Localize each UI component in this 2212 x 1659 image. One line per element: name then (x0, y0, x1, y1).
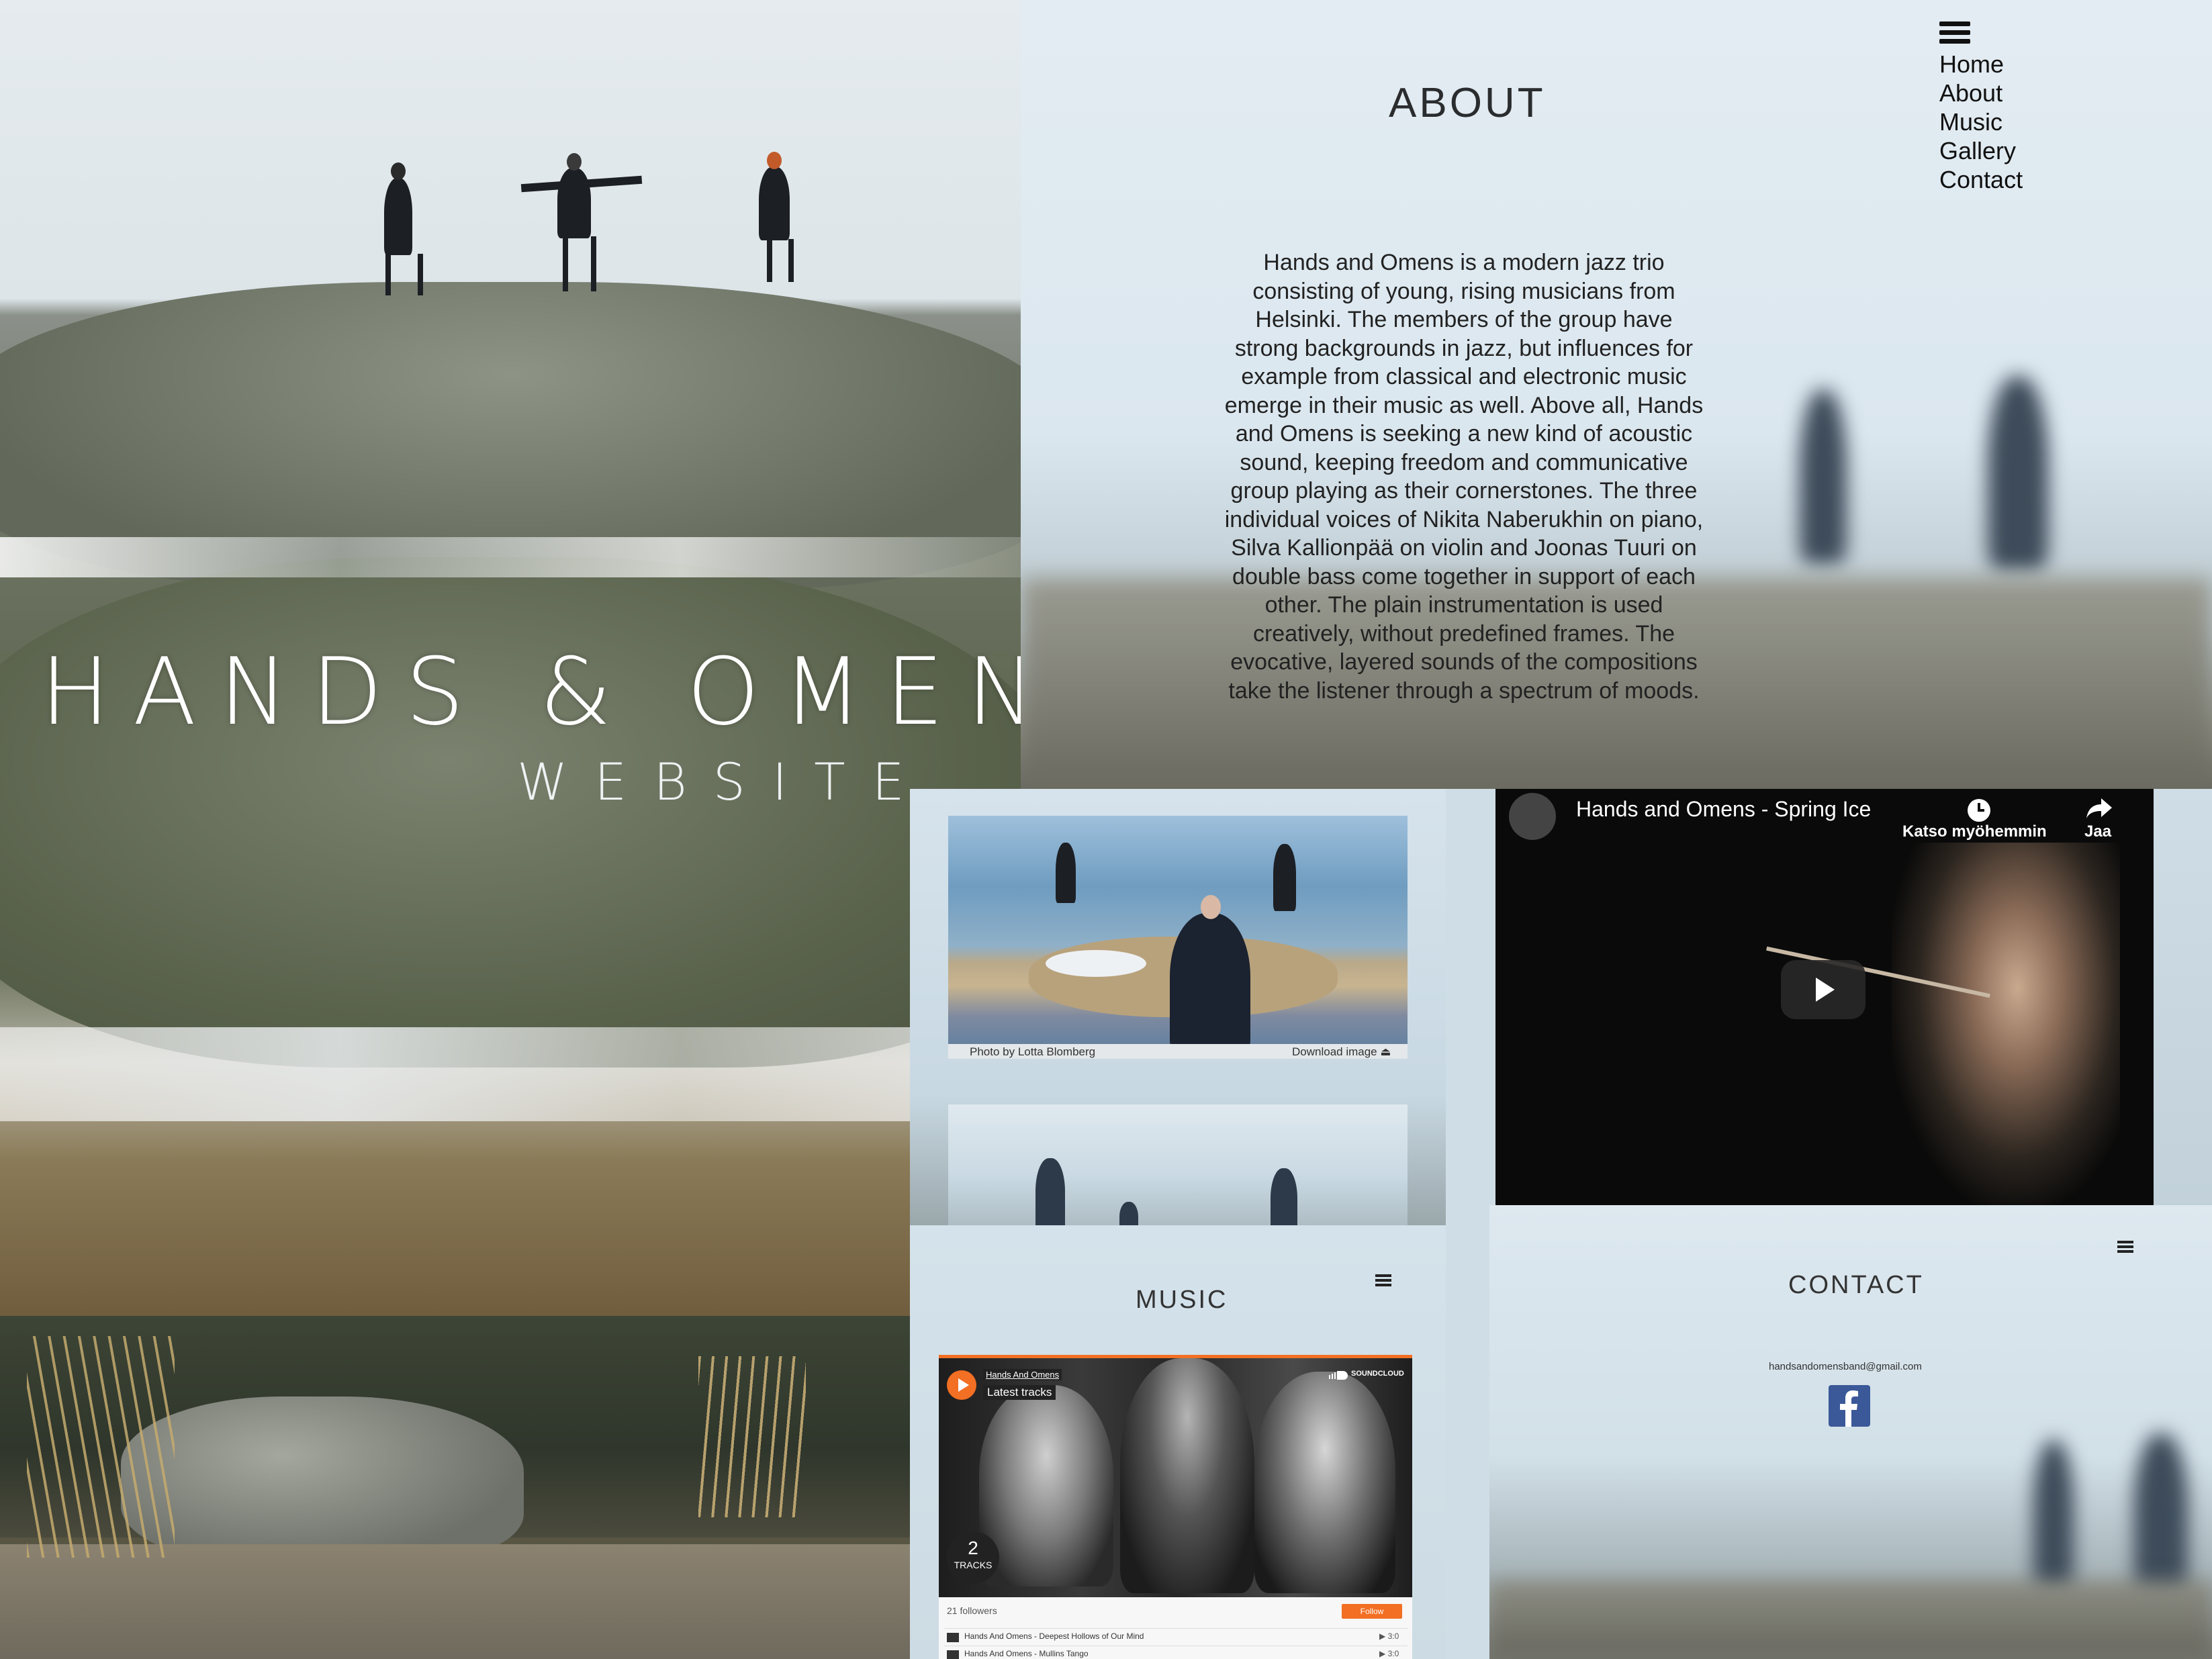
soundcloud-track-list: 21 followers Follow Hands And Omens - De… (939, 1597, 1412, 1659)
soundcloud-brand: SOUNDCLOUD (1351, 1370, 1404, 1378)
figure-center-head (567, 153, 582, 171)
watch-later-button[interactable]: Katso myöhemmin (1902, 822, 2047, 841)
figure-right-legs (767, 239, 794, 282)
artwork-face (1120, 1358, 1254, 1593)
figure-center-legs (563, 236, 596, 291)
background-strip (2154, 789, 2212, 1205)
photo-figure (1119, 1202, 1138, 1225)
artwork-face (979, 1385, 1113, 1586)
boulder (121, 1396, 524, 1564)
blurred-figure (2134, 1433, 2188, 1601)
menu-icon[interactable] (1375, 1274, 1391, 1287)
hero-title: HANDS & OMENS (40, 638, 1141, 746)
photo-snow (1046, 950, 1146, 977)
track-row[interactable]: Hands And Omens - Deepest Hollows of Our… (944, 1628, 1408, 1645)
music-heading: MUSIC (1136, 1286, 1228, 1314)
figure-left-head (391, 162, 406, 180)
clock-icon[interactable] (1966, 797, 1992, 824)
menu-icon[interactable] (1939, 20, 1970, 46)
gallery-photo[interactable] (948, 816, 1408, 1052)
video-player[interactable]: Hands and Omens - Spring Ice Katso myöhe… (1495, 789, 2154, 1205)
play-button[interactable] (1781, 960, 1865, 1019)
follow-button[interactable]: Follow (1342, 1604, 1402, 1619)
track-title: Hands And Omens - Deepest Hollows of Our… (964, 1631, 1144, 1641)
gallery-section: Photo by Lotta Blomberg Download image ⏏ (910, 789, 1446, 1225)
track-row[interactable]: Hands And Omens - Mullins Tango ▶ 3:0 (944, 1646, 1408, 1659)
track-thumb (947, 1633, 959, 1642)
about-body: Hands and Omens is a modern jazz trio co… (1224, 250, 1704, 704)
soundcloud-logo-icon[interactable] (1327, 1369, 1350, 1380)
grass-tuft (27, 1336, 175, 1558)
hero-section (0, 0, 1021, 1659)
nav-home[interactable]: Home (1939, 50, 2023, 79)
followers-count: 21 followers (947, 1605, 997, 1616)
nav-music[interactable]: Music (1939, 107, 2023, 136)
figure-left (384, 178, 412, 255)
track-thumb (947, 1650, 959, 1659)
menu-icon[interactable] (2117, 1240, 2133, 1253)
contact-section: CONTACT handsandomensband@gmail.com (1489, 1205, 2212, 1659)
nav-gallery[interactable]: Gallery (1939, 136, 2023, 165)
blurred-figure (2033, 1440, 2074, 1595)
photo-figure (1271, 1168, 1297, 1225)
figure-center (557, 168, 591, 238)
photo-figure (1035, 1158, 1065, 1225)
channel-avatar[interactable] (1509, 793, 1556, 840)
nav-contact[interactable]: Contact (1939, 165, 2023, 194)
artwork-face (1254, 1372, 1395, 1593)
blurred-rock (1489, 1581, 2212, 1659)
snow-patch (0, 537, 1021, 577)
figure-right (759, 167, 790, 240)
track-duration: ▶ 3:0 (1379, 1631, 1399, 1641)
gallery-photo[interactable] (948, 1104, 1408, 1225)
snow-field (0, 1027, 1021, 1121)
figure-right-head (767, 152, 782, 169)
grass-tuft (698, 1356, 806, 1517)
track-count-label: TRACKS (954, 1560, 993, 1570)
track-duration: ▶ 3:0 (1379, 1649, 1399, 1658)
contact-email[interactable]: handsandomensband@gmail.com (1769, 1361, 1922, 1372)
blurred-figure (1800, 389, 1847, 564)
main-nav: Home About Music Gallery Contact (1939, 20, 2023, 194)
music-section: MUSIC Hands And Omens Latest tracks SOUN… (910, 1225, 1446, 1659)
photo-figure (1170, 913, 1250, 1052)
soundcloud-play-button[interactable] (947, 1370, 976, 1400)
soundcloud-widget: Hands And Omens Latest tracks SOUNDCLOUD… (939, 1355, 1412, 1659)
nav-about[interactable]: About (1939, 79, 2023, 107)
soundcloud-playlist-title: Latest tracks (983, 1385, 1056, 1400)
video-title[interactable]: Hands and Omens - Spring Ice (1576, 797, 1871, 822)
hero-subtitle: WEBSITE (517, 752, 931, 812)
figure-left-legs (385, 254, 423, 295)
blurred-figure (1988, 376, 2048, 571)
photo-figure (1056, 843, 1076, 903)
photo-caption-bar: Photo by Lotta Blomberg Download image ⏏ (948, 1044, 1408, 1059)
track-title: Hands And Omens - Mullins Tango (964, 1649, 1089, 1658)
soundcloud-artist[interactable]: Hands And Omens (983, 1369, 1062, 1380)
share-button[interactable]: Jaa (2084, 822, 2111, 841)
photo-figure (1273, 844, 1296, 911)
track-count: 2 (968, 1537, 978, 1558)
track-count-badge: 2 TRACKS (947, 1531, 999, 1584)
photo-credit: Photo by Lotta Blomberg (970, 1045, 1096, 1058)
facebook-icon[interactable] (1829, 1385, 1870, 1427)
rock-cliff (0, 557, 1021, 1068)
video-frame-performer (1892, 843, 2120, 1205)
share-icon[interactable] (2085, 797, 2113, 820)
pebble-shore (0, 1544, 913, 1659)
contact-heading: CONTACT (1788, 1271, 1924, 1299)
photo-figure-head (1201, 895, 1221, 919)
download-image-link[interactable]: Download image ⏏ (1292, 1045, 1391, 1059)
about-heading: ABOUT (1389, 80, 1546, 126)
